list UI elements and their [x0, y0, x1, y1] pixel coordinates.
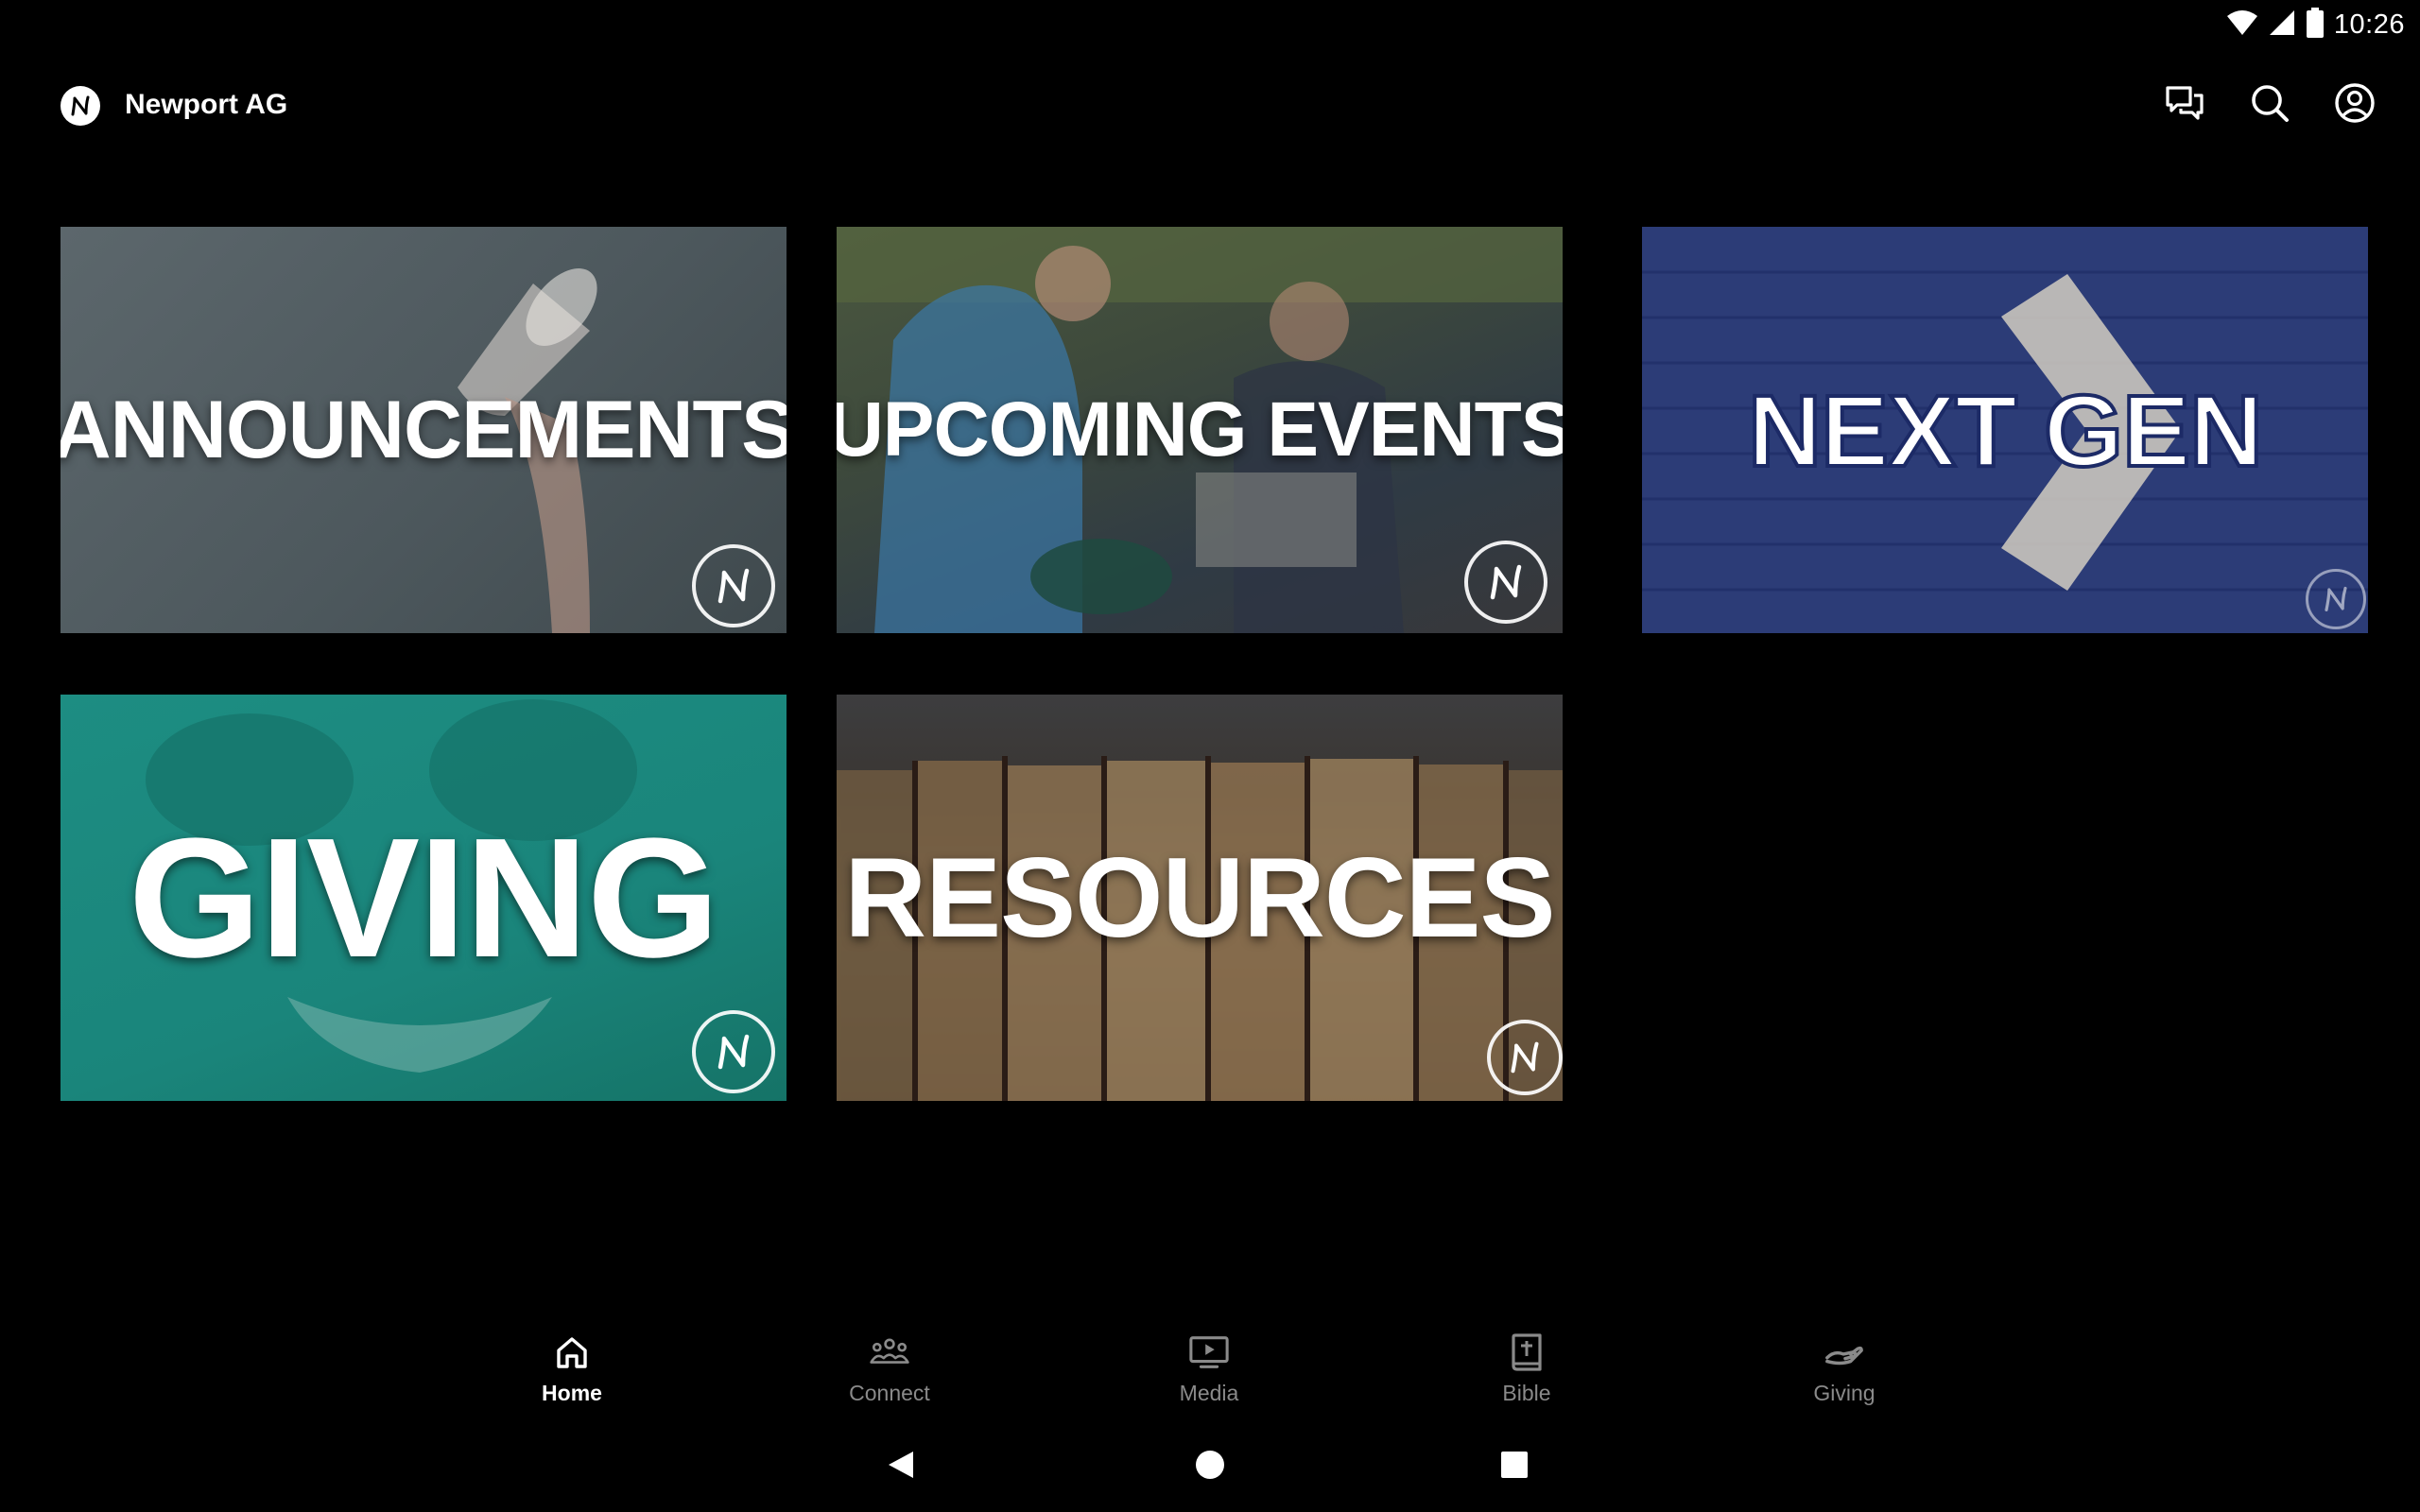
nav-home[interactable]: Home [477, 1318, 666, 1413]
tile-label: ANNOUNCEMENTS [60, 384, 786, 475]
app-logo-icon[interactable] [60, 86, 100, 126]
system-navigation-bar [0, 1427, 2420, 1503]
search-button[interactable] [2248, 81, 2291, 125]
tile-label: GIVING [128, 802, 719, 993]
tile-upcoming-events[interactable]: UPCOMING EVENTS [837, 227, 1563, 633]
nav-label: Connect [849, 1381, 930, 1405]
app-bar: Newport AG [0, 76, 2420, 138]
search-icon [2252, 85, 2289, 122]
giving-hand-icon [1824, 1332, 1865, 1373]
recents-button[interactable] [1488, 1438, 1541, 1491]
bottom-navigation: Home Connect Media Bible Giving [0, 1318, 2420, 1413]
home-system-button[interactable] [1184, 1438, 1236, 1491]
tile-label: RESOURCES [844, 834, 1555, 961]
n-logo-badge [1487, 1020, 1563, 1095]
status-bar: 10:26 [0, 0, 2420, 47]
signal-icon [2268, 9, 2296, 42]
n-logo-badge [692, 1010, 775, 1093]
n-logo-badge [1464, 541, 1547, 624]
n-logo-badge [692, 544, 775, 627]
tile-announcements[interactable]: ANNOUNCEMENTS [60, 227, 786, 633]
people-icon [869, 1332, 910, 1373]
tv-play-icon [1188, 1332, 1230, 1373]
nav-media[interactable]: Media [1115, 1318, 1304, 1413]
home-circle-icon [1196, 1451, 1224, 1479]
tile-resources[interactable]: RESOURCES [837, 695, 1563, 1101]
battery-icon [2306, 7, 2325, 43]
tile-giving[interactable]: GIVING [60, 695, 786, 1101]
back-triangle-icon [889, 1452, 913, 1478]
home-icon [551, 1332, 593, 1373]
nav-bible[interactable]: Bible [1432, 1318, 1621, 1413]
nav-label: Media [1179, 1381, 1239, 1405]
nav-giving[interactable]: Giving [1750, 1318, 1939, 1413]
wifi-icon [2226, 9, 2258, 42]
chat-icon [2166, 86, 2204, 120]
messages-button[interactable] [2163, 81, 2206, 125]
bible-icon [1506, 1332, 1547, 1373]
back-button[interactable] [875, 1438, 928, 1491]
n-logo-badge [2306, 569, 2366, 629]
app-title: Newport AG [125, 89, 288, 120]
nav-label: Home [542, 1381, 602, 1405]
tile-label: UPCOMING EVENTS [837, 387, 1563, 472]
status-time: 10:26 [2333, 9, 2405, 40]
tile-next-gen[interactable]: NEXT GEN [1642, 227, 2368, 633]
app-bar-actions [2163, 81, 2377, 125]
account-button[interactable] [2333, 81, 2377, 125]
status-icons: 10:26 [2226, 6, 2405, 43]
recents-square-icon [1501, 1452, 1528, 1478]
nav-connect[interactable]: Connect [795, 1318, 984, 1413]
account-circle-icon [2335, 83, 2375, 123]
nav-label: Giving [1813, 1381, 1876, 1405]
tile-label: NEXT GEN [1746, 371, 2265, 490]
nav-label: Bible [1502, 1381, 1551, 1405]
